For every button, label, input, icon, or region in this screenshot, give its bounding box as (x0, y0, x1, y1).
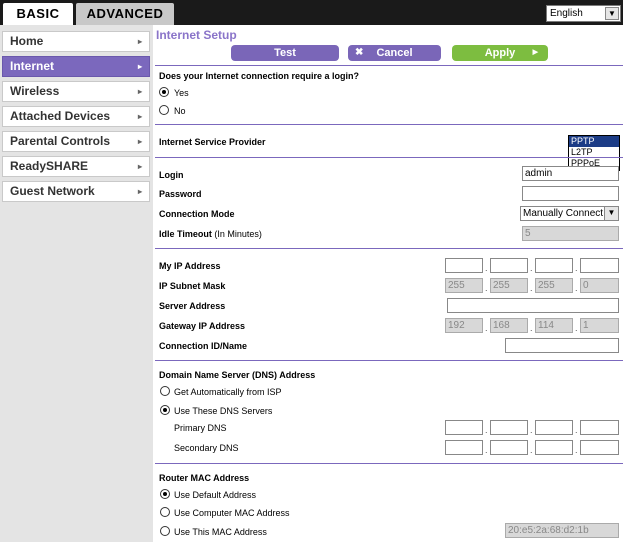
chevron-right-icon: ▸ (137, 137, 142, 146)
tab-basic[interactable]: BASIC (3, 3, 73, 25)
idle-timeout-input[interactable]: 5 (522, 226, 619, 241)
login-input[interactable]: admin (522, 166, 619, 181)
radio-dns-auto[interactable] (160, 386, 170, 396)
chevron-right-icon: ▸ (137, 162, 142, 171)
test-button[interactable]: Test (231, 45, 339, 61)
password-input[interactable] (522, 186, 619, 201)
subnet-octet-1[interactable]: 255 (445, 278, 483, 293)
primary-dns-octet-2[interactable] (490, 420, 528, 435)
radio-mac-computer-label: Use Computer MAC Address (174, 508, 290, 518)
mac-address-input[interactable]: 20:e5:2a:68:d2:1b (505, 523, 619, 538)
radio-login-no-label: No (174, 106, 186, 116)
radio-mac-computer[interactable] (160, 507, 170, 517)
radio-dns-manual[interactable] (160, 405, 170, 415)
secondary-dns-octet-2[interactable] (490, 440, 528, 455)
primary-dns-octet-1[interactable] (445, 420, 483, 435)
sidebar-item-home[interactable]: Home ▸ (2, 31, 150, 52)
secondary-dns-octet-4[interactable] (580, 440, 619, 455)
radio-mac-default-label: Use Default Address (174, 490, 257, 500)
radio-mac-this[interactable] (160, 526, 170, 536)
radio-mac-default[interactable] (160, 489, 170, 499)
connection-id-input[interactable] (505, 338, 619, 353)
subnet-octet-3[interactable]: 255 (535, 278, 573, 293)
language-select[interactable]: English ▼ (546, 5, 621, 22)
primary-dns-label: Primary DNS (174, 423, 227, 433)
subnet-mask-label: IP Subnet Mask (159, 281, 226, 291)
radio-login-no[interactable] (159, 105, 169, 115)
my-ip-label: My IP Address (159, 261, 221, 271)
sidebar-item-attached-devices[interactable]: Attached Devices ▸ (2, 106, 150, 127)
chevron-right-icon: ▸ (137, 87, 142, 96)
my-ip-octet-2[interactable] (490, 258, 528, 273)
password-label: Password (159, 189, 202, 199)
my-ip-octet-4[interactable] (580, 258, 619, 273)
top-bar: BASIC ADVANCED English ▼ (0, 0, 623, 25)
idle-timeout-label: Idle Timeout (In Minutes) (159, 229, 262, 239)
server-address-input[interactable] (447, 298, 619, 313)
primary-dns-octet-4[interactable] (580, 420, 619, 435)
radio-dns-manual-label: Use These DNS Servers (174, 406, 273, 416)
gateway-octet-2[interactable]: 168 (490, 318, 528, 333)
login-label: Login (159, 170, 184, 180)
subnet-octet-2[interactable]: 255 (490, 278, 528, 293)
gateway-octet-1[interactable]: 192 (445, 318, 483, 333)
chevron-right-icon: ▸ (137, 37, 142, 46)
cancel-button[interactable]: ✖ Cancel (348, 45, 441, 61)
radio-login-yes[interactable] (159, 87, 169, 97)
radio-dns-auto-label: Get Automatically from ISP (174, 387, 282, 397)
isp-label: Internet Service Provider (159, 137, 266, 147)
secondary-dns-label: Secondary DNS (174, 443, 239, 453)
language-value: English (550, 8, 583, 19)
tab-advanced[interactable]: ADVANCED (76, 3, 174, 25)
chevron-right-icon: ▸ (137, 112, 142, 121)
divider (155, 124, 623, 125)
divider (155, 157, 623, 158)
sidebar-item-guest-network[interactable]: Guest Network ▸ (2, 181, 150, 202)
gateway-octet-3[interactable]: 114 (535, 318, 573, 333)
main-content: Internet Setup Test ✖ Cancel Apply ▶ Does … (155, 25, 623, 542)
radio-mac-this-label: Use This MAC Address (174, 527, 267, 537)
subnet-octet-4[interactable]: 0 (580, 278, 619, 293)
my-ip-octet-3[interactable] (535, 258, 573, 273)
sidebar: Home ▸ Internet ▸ Wireless ▸ Attached Devic… (0, 25, 153, 542)
chevron-down-icon[interactable]: ▼ (605, 7, 619, 20)
gateway-octet-4[interactable]: 1 (580, 318, 619, 333)
isp-option-pptp[interactable]: PPTP (569, 136, 619, 147)
secondary-dns-octet-1[interactable] (445, 440, 483, 455)
radio-login-yes-label: Yes (174, 88, 189, 98)
dns-section-title: Domain Name Server (DNS) Address (159, 370, 316, 380)
page-title: Internet Setup (156, 28, 237, 42)
sidebar-item-wireless[interactable]: Wireless ▸ (2, 81, 150, 102)
mac-section-title: Router MAC Address (159, 473, 250, 483)
apply-button[interactable]: Apply ▶ (452, 45, 548, 61)
login-question: Does your Internet connection require a … (159, 71, 360, 81)
sidebar-item-parental-controls[interactable]: Parental Controls ▸ (2, 131, 150, 152)
sidebar-item-readyshare[interactable]: ReadySHARE ▸ (2, 156, 150, 177)
gateway-label: Gateway IP Address (159, 321, 246, 331)
primary-dns-octet-3[interactable] (535, 420, 573, 435)
chevron-right-icon: ▸ (137, 187, 142, 196)
secondary-dns-octet-3[interactable] (535, 440, 573, 455)
connection-id-label: Connection ID/Name (159, 341, 248, 351)
connection-mode-select[interactable]: Manually Connect ▼ (520, 206, 619, 221)
divider (155, 248, 623, 249)
divider (155, 360, 623, 361)
divider (155, 463, 623, 464)
arrow-right-icon: ▶ (532, 49, 538, 56)
chevron-right-icon: ▸ (137, 62, 142, 71)
server-address-label: Server Address (159, 301, 226, 311)
my-ip-octet-1[interactable] (445, 258, 483, 273)
sidebar-item-internet[interactable]: Internet ▸ (2, 56, 150, 77)
chevron-down-icon[interactable]: ▼ (604, 207, 618, 220)
divider (155, 65, 623, 66)
close-icon: ✖ (355, 47, 364, 58)
connection-mode-label: Connection Mode (159, 209, 235, 219)
